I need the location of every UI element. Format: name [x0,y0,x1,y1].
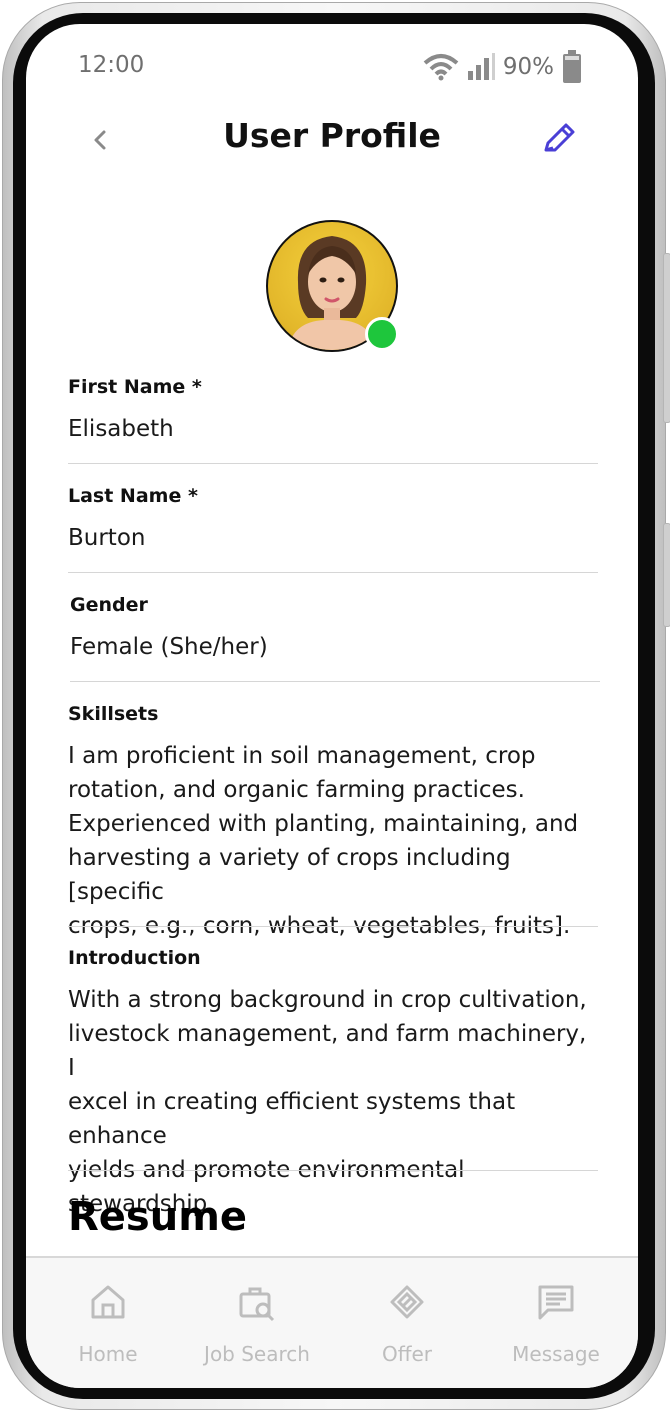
first-name-field[interactable]: First Name * Elisabeth [68,376,598,446]
wifi-icon [423,54,459,81]
divider [70,681,600,682]
gender-label: Gender [70,594,148,616]
bottom-nav: Home Job Search Offer Message [26,1256,638,1388]
screen: 12:00 90% User Profile First Name * Elis… [26,24,638,1388]
signal-icon [467,53,495,80]
nav-item-message[interactable]: Message [480,1258,632,1388]
last-name-label: Last Name * [68,485,198,507]
introduction-line: With a strong background in crop cultiva… [68,987,587,1013]
skillsets-line: harvesting a variety of crops including … [68,845,511,905]
nav-label-job-search: Job Search [204,1342,310,1366]
introduction-line: excel in creating efficient systems that… [68,1089,516,1149]
nav-item-home[interactable]: Home [32,1258,184,1388]
gender-field[interactable]: Gender Female (She/her) [70,594,600,664]
status-indicators: 90% [423,50,582,84]
skillsets-label: Skillsets [68,703,159,725]
skillsets-line: rotation, and organic farming practices. [68,777,525,803]
online-status-indicator [365,317,399,351]
nav-item-job-search[interactable]: Job Search [181,1258,333,1388]
introduction-label: Introduction [68,947,201,969]
nav-label-message: Message [512,1342,600,1366]
skillsets-value[interactable]: I am proficient in soil management, crop… [68,739,598,943]
status-time: 12:00 [78,52,145,78]
last-name-value[interactable]: Burton [68,521,598,555]
job-search-icon [239,1287,275,1322]
pencil-icon [544,123,575,152]
skillsets-line: Experienced with planting, maintaining, … [68,811,579,837]
nav-label-offer: Offer [381,1342,433,1366]
divider [68,463,598,464]
skillsets-line: I am proficient in soil management, crop [68,743,536,769]
last-name-field[interactable]: Last Name * Burton [68,485,598,555]
introduction-field[interactable]: Introduction With a strong background in… [68,947,598,1221]
message-icon [538,1285,574,1320]
gender-value[interactable]: Female (She/her) [70,630,600,664]
nav-item-offer[interactable]: Offer [331,1258,483,1388]
handshake-icon [390,1285,424,1319]
divider [68,1170,598,1171]
power-button [663,523,670,627]
first-name-value[interactable]: Elisabeth [68,412,598,446]
battery-percentage: 90% [502,54,554,80]
introduction-line: livestock management, and farm machinery… [68,1021,587,1081]
divider [68,926,598,927]
divider [68,572,598,573]
resume-heading: Resume [68,1194,248,1240]
edit-profile-button[interactable] [540,120,578,158]
nav-label-home: Home [78,1342,138,1366]
volume-button [663,253,670,423]
skillsets-field[interactable]: Skillsets I am proficient in soil manage… [68,703,598,943]
home-icon [91,1285,125,1319]
first-name-label: First Name * [68,376,202,398]
introduction-value[interactable]: With a strong background in crop cultiva… [68,983,598,1221]
battery-icon [563,50,581,83]
